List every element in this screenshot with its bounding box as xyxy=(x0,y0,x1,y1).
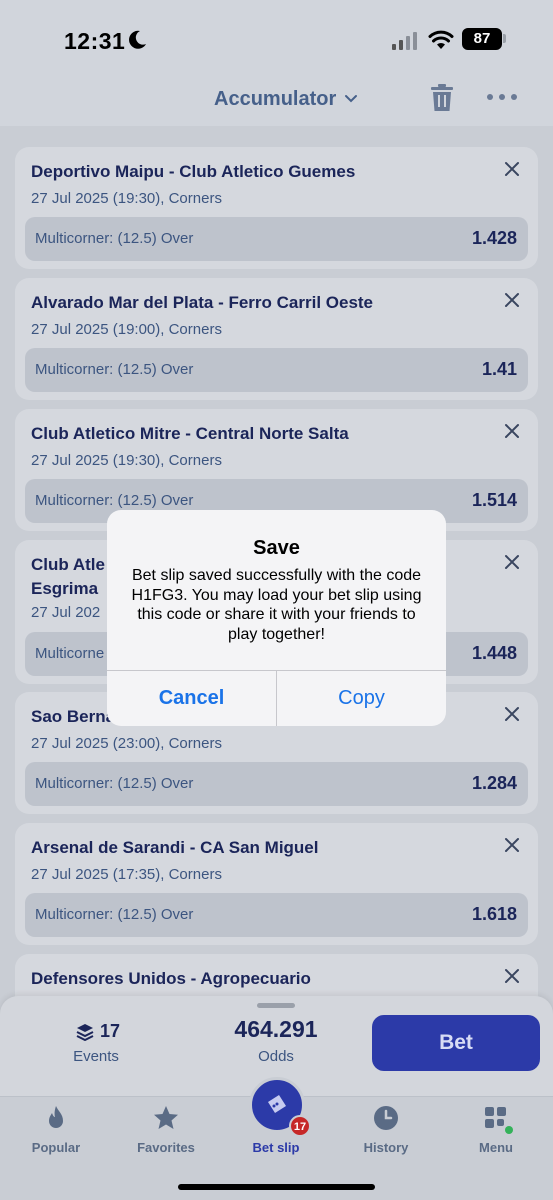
tab-betslip[interactable]: 17 Bet slip xyxy=(221,1077,331,1167)
match-date: 27 Jul 2025 (17:35), Corners xyxy=(31,866,222,883)
header: Accumulator xyxy=(0,78,553,126)
close-icon[interactable] xyxy=(504,161,520,177)
home-indicator xyxy=(178,1184,375,1190)
market-row: Multicorner: (12.5) Over 1.284 xyxy=(25,762,528,806)
bet-type-selector[interactable]: Accumulator xyxy=(214,88,336,111)
events-count-value: 17 xyxy=(100,1021,121,1041)
battery-level: 87 xyxy=(473,30,491,47)
cancel-button[interactable]: Cancel xyxy=(107,670,276,726)
chevron-down-icon[interactable] xyxy=(344,92,358,106)
betslip-count-badge: 17 xyxy=(289,1115,311,1137)
close-icon[interactable] xyxy=(504,554,520,570)
tab-popular[interactable]: Popular xyxy=(1,1097,111,1167)
market-odds: 1.618 xyxy=(471,904,517,924)
match-title: Alvarado Mar del Plata - Ferro Carril Oe… xyxy=(31,293,374,312)
tab-label: Favorites xyxy=(137,1140,195,1155)
market-label: Multicorner: (12.5) Over xyxy=(35,361,194,378)
match-date: 27 Jul 2025 (19:00), Corners xyxy=(31,321,222,338)
flame-icon xyxy=(49,1106,63,1128)
trash-icon[interactable] xyxy=(430,84,454,112)
market-odds: 1.428 xyxy=(471,228,517,248)
close-icon[interactable] xyxy=(504,968,520,984)
match-date: 27 Jul 2025 (23:00), Corners xyxy=(31,735,222,752)
dialog-message: Bet slip saved successfully with the cod… xyxy=(131,567,422,643)
close-icon[interactable] xyxy=(504,292,520,308)
cellular-signal-icon xyxy=(392,32,417,50)
match-date: 27 Jul 2025 (19:30), Corners xyxy=(31,452,222,469)
match-date: 27 Jul 202 xyxy=(31,604,101,621)
market-odds: 1.284 xyxy=(471,773,517,793)
moon-icon xyxy=(129,30,146,49)
match-title-line2: Esgrima xyxy=(31,579,99,598)
market-label: Multicorner: (12.5) Over xyxy=(35,775,194,792)
battery-tip xyxy=(503,34,506,43)
tab-menu[interactable]: Menu xyxy=(441,1097,551,1167)
events-label: Events xyxy=(73,1048,119,1065)
clock-icon xyxy=(374,1106,398,1130)
match-title: Arsenal de Sarandi - CA San Miguel xyxy=(31,838,319,857)
save-dialog: Save Bet slip saved successfully with th… xyxy=(107,510,446,726)
market-odds: 1.41 xyxy=(481,359,517,379)
tab-label: History xyxy=(363,1140,409,1155)
market-row: Multicorner: (12.5) Over 1.428 xyxy=(25,217,528,261)
match-title: Club Atletico Mitre - Central Norte Salt… xyxy=(31,424,349,443)
market-label: Multicorner: (12.5) Over xyxy=(35,492,194,509)
tab-label: Menu xyxy=(479,1140,513,1155)
market-label: Multicorner: (12.5) Over xyxy=(35,230,194,247)
status-bar: 12:31 87 xyxy=(0,0,553,80)
dialog-title: Save xyxy=(253,537,300,559)
market-row: Multicorner: (12.5) Over 1.618 xyxy=(25,893,528,937)
place-bet-button[interactable]: Bet xyxy=(372,1015,540,1071)
star-icon xyxy=(154,1106,178,1129)
more-options-icon[interactable] xyxy=(487,94,517,100)
tab-bar: Popular Favorites 17 Bet slip History Me… xyxy=(0,1077,553,1200)
events-count: 17 xyxy=(76,1021,120,1042)
notification-dot xyxy=(505,1126,513,1134)
tab-label: Popular xyxy=(31,1140,81,1155)
total-odds-value: 464.291 xyxy=(234,1016,318,1042)
close-icon[interactable] xyxy=(504,423,520,439)
match-title: Club Atle xyxy=(31,555,105,574)
total-odds-label: Odds xyxy=(258,1048,294,1065)
market-label: Multicorner: (12.5) Over xyxy=(35,906,194,923)
market-row: Multicorner: (12.5) Over 1.41 xyxy=(25,348,528,392)
market-odds: 1.514 xyxy=(471,490,517,510)
drag-handle[interactable] xyxy=(257,1003,295,1008)
bet-card: Deportivo Maipu - Club Atletico Guemes 2… xyxy=(15,147,538,269)
match-date: 27 Jul 2025 (19:30), Corners xyxy=(31,190,222,207)
close-icon[interactable] xyxy=(504,706,520,722)
layers-icon xyxy=(76,1023,94,1041)
ticket-icon xyxy=(268,1095,286,1113)
tab-label: Bet slip xyxy=(252,1140,300,1155)
match-title: Sao Berna xyxy=(31,707,116,726)
market-label: Multicorne xyxy=(35,645,105,662)
close-icon[interactable] xyxy=(504,837,520,853)
battery-icon: 87 xyxy=(462,28,502,50)
match-title: Defensores Unidos - Agropecuario xyxy=(31,969,311,988)
wifi-icon xyxy=(428,30,454,49)
status-time: 12:31 xyxy=(64,28,126,54)
tab-history[interactable]: History xyxy=(331,1097,441,1167)
match-title: Deportivo Maipu - Club Atletico Guemes xyxy=(31,162,356,181)
bet-card: Arsenal de Sarandi - CA San Miguel 27 Ju… xyxy=(15,823,538,945)
copy-button[interactable]: Copy xyxy=(277,670,446,726)
market-odds: 1.448 xyxy=(471,643,517,663)
bet-card: Alvarado Mar del Plata - Ferro Carril Oe… xyxy=(15,278,538,400)
tab-favorites[interactable]: Favorites xyxy=(111,1097,221,1167)
